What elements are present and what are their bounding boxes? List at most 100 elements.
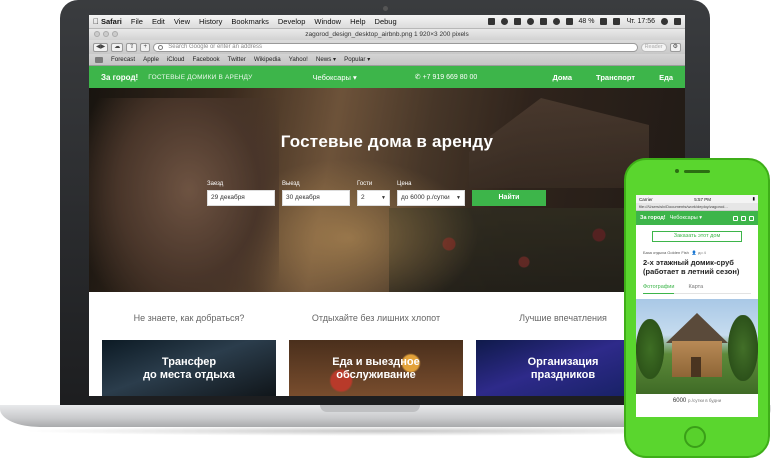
phone-site-logo[interactable]: За город! — [640, 215, 666, 221]
order-house-button[interactable]: Заказать этот дом — [652, 231, 742, 242]
phone-icon[interactable] — [733, 215, 738, 221]
spotlight-icon[interactable] — [661, 18, 668, 25]
bookmark-item[interactable]: Popular ▾ — [344, 56, 370, 63]
apple-icon[interactable]:  — [93, 17, 101, 26]
photo-tree — [728, 315, 758, 381]
browser-toolbar: ◀▶ ☁ ⇧ + Search Google or enter an addre… — [89, 40, 685, 54]
city-selector[interactable]: Чебоксары ▾ — [313, 73, 357, 82]
checkout-label: Выезд — [282, 181, 300, 187]
icloud-tabs-icon[interactable]: ☁ — [111, 42, 124, 52]
hero-banner: Гостевые дома в аренду Заезд 29 декабря … — [89, 88, 685, 292]
menu-view[interactable]: View — [174, 17, 190, 26]
bookmark-item[interactable]: Forecast — [111, 56, 135, 63]
close-window-button[interactable] — [94, 31, 100, 37]
share-icon[interactable]: ⇧ — [126, 42, 138, 52]
bookmark-item[interactable]: Wikipedia — [254, 56, 281, 63]
phone-url-bar[interactable]: file:///Users/slx/Documents/work/deploy/… — [636, 203, 758, 211]
nav-houses[interactable]: Дома — [552, 73, 572, 82]
minimize-window-button[interactable] — [103, 31, 109, 37]
flag-icon[interactable] — [613, 18, 621, 25]
feature-card-label: Трансфер до места отдыха — [102, 356, 276, 382]
battery-icon[interactable] — [600, 18, 608, 25]
address-bar[interactable]: Search Google or enter an address — [153, 42, 638, 52]
site-logo[interactable]: За город! — [101, 73, 138, 82]
feature-card-label: Еда и выездное обслуживание — [289, 356, 463, 382]
feature-heading: Отдыхайте без лишних хлопот — [311, 313, 441, 323]
menu-icon[interactable] — [749, 215, 754, 221]
add-icon[interactable]: + — [140, 42, 151, 52]
listing-photo[interactable] — [636, 299, 758, 394]
menu-window[interactable]: Window — [314, 17, 341, 26]
bookmark-item[interactable]: iCloud — [167, 56, 185, 63]
nav-transport[interactable]: Транспорт — [596, 73, 635, 82]
edit-icon[interactable] — [741, 215, 746, 221]
price-value: до 6000 р./сутки — [401, 194, 450, 201]
menu-debug[interactable]: Debug — [375, 17, 397, 26]
tab-photos[interactable]: Фотографии — [643, 284, 675, 294]
menu-safari[interactable]: Safari — [101, 17, 122, 26]
checkout-input[interactable]: 30 декабря — [282, 190, 350, 206]
menu-edit[interactable]: Edit — [152, 17, 165, 26]
search-button[interactable]: Найти — [472, 190, 546, 206]
price-value: 6000 — [672, 398, 687, 404]
notification-center-icon[interactable] — [674, 18, 681, 25]
tab-map[interactable]: Карта — [688, 284, 703, 290]
evernote-icon[interactable] — [513, 18, 521, 25]
price-select[interactable]: до 6000 р./сутки ▼ — [397, 190, 465, 206]
menubar-clock[interactable]: Чт. 17:56 — [626, 18, 655, 25]
phone-home-button[interactable] — [684, 426, 706, 448]
time-machine-icon[interactable] — [526, 18, 534, 25]
dropbox-icon[interactable] — [487, 18, 495, 25]
city-label: Чебоксары — [312, 72, 351, 82]
back-forward-button[interactable]: ◀▶ — [93, 42, 109, 52]
bookmark-item[interactable]: Yahoo! — [289, 56, 308, 63]
menubar-status-area: 48 % Чт. 17:56 — [487, 18, 681, 25]
bookmark-item[interactable]: Facebook — [192, 56, 219, 63]
menu-file[interactable]: File — [131, 17, 143, 26]
feature-card-line: обслуживание — [336, 369, 416, 381]
bookmarks-icon[interactable] — [95, 56, 103, 63]
bookmark-item[interactable]: News ▾ — [316, 56, 336, 63]
checkout-field: Выезд 30 декабря — [282, 181, 350, 206]
settings-icon[interactable]: ⚙ — [669, 42, 681, 52]
carrier-label: Carrier — [639, 196, 653, 202]
photo-house-roof — [666, 313, 728, 343]
phone-header-icons — [733, 215, 754, 221]
search-form: Заезд 29 декабря Выезд 30 декабря Гости … — [207, 181, 546, 206]
listing-subtitle: База отдыха Golden Fish 👤 до 4 — [643, 250, 751, 255]
select-caret-icon: ▼ — [381, 195, 386, 201]
site-tagline: ГОСТЕВЫЕ ДОМИКИ В АРЕНДУ — [148, 73, 253, 81]
menu-help[interactable]: Help — [350, 17, 365, 26]
chevron-down-icon: ▾ — [353, 72, 357, 82]
sync-icon[interactable] — [500, 18, 508, 25]
battery-level[interactable]: 48 % — [579, 18, 595, 25]
phone-icon: ✆ — [414, 74, 421, 81]
bookmark-item[interactable]: Twitter — [228, 56, 246, 63]
photo-house-door — [691, 357, 701, 377]
phone-city-selector[interactable]: Чебоксары ▾ — [670, 215, 702, 221]
volume-icon[interactable] — [565, 18, 573, 25]
features-section: Не знаете, как добраться? Отдыхайте без … — [89, 292, 685, 396]
nav-food[interactable]: Еда — [659, 73, 673, 82]
feature-card-transfer[interactable]: Трансфер до места отдыха — [102, 340, 276, 396]
menu-history[interactable]: History — [199, 17, 222, 26]
phone-number[interactable]: ✆ +7 919 669 80 00 — [415, 73, 478, 81]
window-controls — [94, 31, 118, 37]
zoom-window-button[interactable] — [112, 31, 118, 37]
phone-label: +7 919 669 80 00 — [422, 74, 478, 81]
feature-card-food[interactable]: Еда и выездное обслуживание — [289, 340, 463, 396]
wifi-icon[interactable] — [552, 18, 560, 25]
laptop-notch — [320, 405, 420, 412]
checkin-input[interactable]: 29 декабря — [207, 190, 275, 206]
guests-select[interactable]: 2 ▼ — [357, 190, 390, 206]
feature-card-line: праздников — [530, 369, 596, 381]
bookmark-item[interactable]: Apple — [143, 56, 159, 63]
checkin-value: 29 декабря — [211, 194, 245, 201]
bluetooth-icon[interactable] — [539, 18, 547, 25]
menu-bookmarks[interactable]: Bookmarks — [231, 17, 269, 26]
guests-capacity: 👤 до 4 — [692, 250, 706, 255]
menu-develop[interactable]: Develop — [278, 17, 306, 26]
search-icon — [158, 44, 164, 50]
reader-button[interactable]: Reader — [640, 42, 667, 52]
listing-tabs: Фотографии Карта — [643, 284, 751, 294]
